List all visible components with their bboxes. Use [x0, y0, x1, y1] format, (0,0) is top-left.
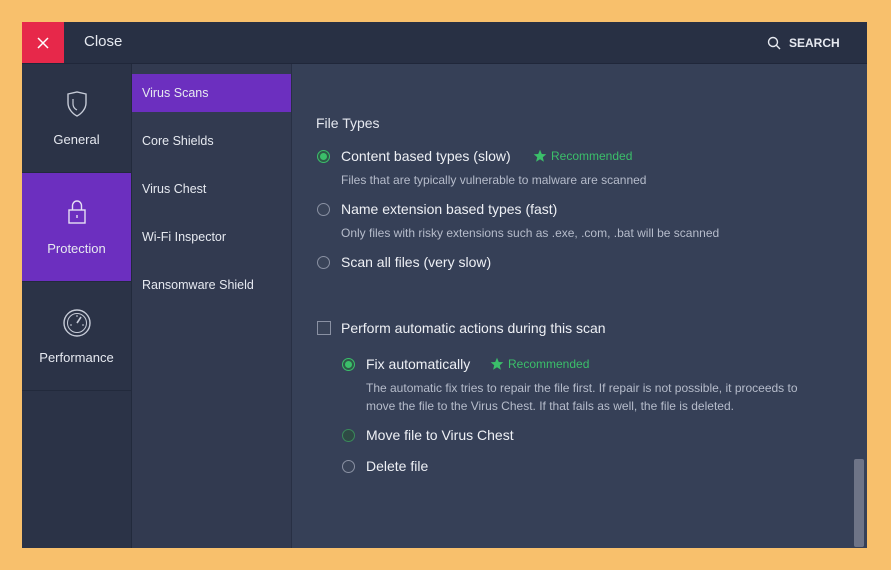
- option-label-delete-file[interactable]: Delete file: [366, 458, 428, 474]
- option-description: Files that are typically vulnerable to m…: [341, 173, 647, 187]
- nav-item-protection[interactable]: Protection: [22, 173, 131, 282]
- option-label-fix-automatically[interactable]: Fix automatically: [366, 356, 470, 372]
- lock-icon: [67, 200, 86, 224]
- search-label: SEARCH: [789, 35, 840, 50]
- primary-nav: General Protection Performance: [22, 64, 132, 548]
- secondary-nav: Virus Scans Core Shields Virus Chest Wi-…: [132, 64, 292, 548]
- nav-item-label: Performance: [39, 350, 114, 365]
- settings-content: File Types Content based types (slow) Re…: [292, 64, 867, 548]
- option-description-line1: The automatic fix tries to repair the fi…: [366, 381, 798, 395]
- scrollbar-thumb[interactable]: [854, 459, 864, 547]
- radio-move-to-chest[interactable]: [342, 429, 355, 442]
- nav-item-label: General: [53, 132, 100, 147]
- star-icon: [490, 357, 504, 370]
- close-icon: [37, 36, 49, 49]
- nav-item-label: Protection: [47, 241, 106, 256]
- recommended-label: Recommended: [551, 149, 633, 163]
- option-description-line2: move the file to the Virus Chest. If tha…: [366, 399, 734, 413]
- option-label-scan-all[interactable]: Scan all files (very slow): [341, 254, 491, 270]
- search-button[interactable]: SEARCH: [767, 22, 867, 63]
- option-label-content-based[interactable]: Content based types (slow): [341, 148, 511, 164]
- radio-content-based[interactable]: [317, 150, 330, 163]
- radio-fix-automatically[interactable]: [342, 358, 355, 371]
- subnav-item-wifi-inspector[interactable]: Wi-Fi Inspector: [132, 218, 291, 256]
- shield-icon: [66, 91, 87, 117]
- subnav-item-core-shields[interactable]: Core Shields: [132, 122, 291, 160]
- close-label[interactable]: Close: [84, 33, 122, 50]
- star-icon: [533, 149, 547, 162]
- radio-delete-file[interactable]: [342, 460, 355, 473]
- radio-scan-all[interactable]: [317, 256, 330, 269]
- recommended-label: Recommended: [508, 357, 590, 371]
- subnav-item-ransomware-shield[interactable]: Ransomware Shield: [132, 266, 291, 304]
- nav-item-general[interactable]: General: [22, 64, 131, 173]
- close-button[interactable]: [22, 22, 64, 63]
- option-label-move-to-chest[interactable]: Move file to Virus Chest: [366, 427, 514, 443]
- option-label-name-extension[interactable]: Name extension based types (fast): [341, 201, 557, 217]
- auto-actions-checkbox[interactable]: [317, 321, 331, 335]
- subnav-item-virus-chest[interactable]: Virus Chest: [132, 170, 291, 208]
- nav-item-performance[interactable]: Performance: [22, 282, 131, 391]
- section-title-file-types: File Types: [316, 115, 380, 131]
- recommended-badge: Recommended: [490, 357, 589, 371]
- top-bar: Close SEARCH: [22, 22, 867, 64]
- radio-name-extension[interactable]: [317, 203, 330, 216]
- speedometer-icon: [62, 309, 91, 337]
- subnav-item-virus-scans[interactable]: Virus Scans: [132, 74, 291, 112]
- settings-window: Close SEARCH General Protection Performa…: [22, 22, 867, 548]
- recommended-badge: Recommended: [533, 149, 632, 163]
- search-icon: [767, 36, 781, 49]
- auto-actions-label[interactable]: Perform automatic actions during this sc…: [341, 320, 606, 336]
- option-description: Only files with risky extensions such as…: [341, 226, 720, 240]
